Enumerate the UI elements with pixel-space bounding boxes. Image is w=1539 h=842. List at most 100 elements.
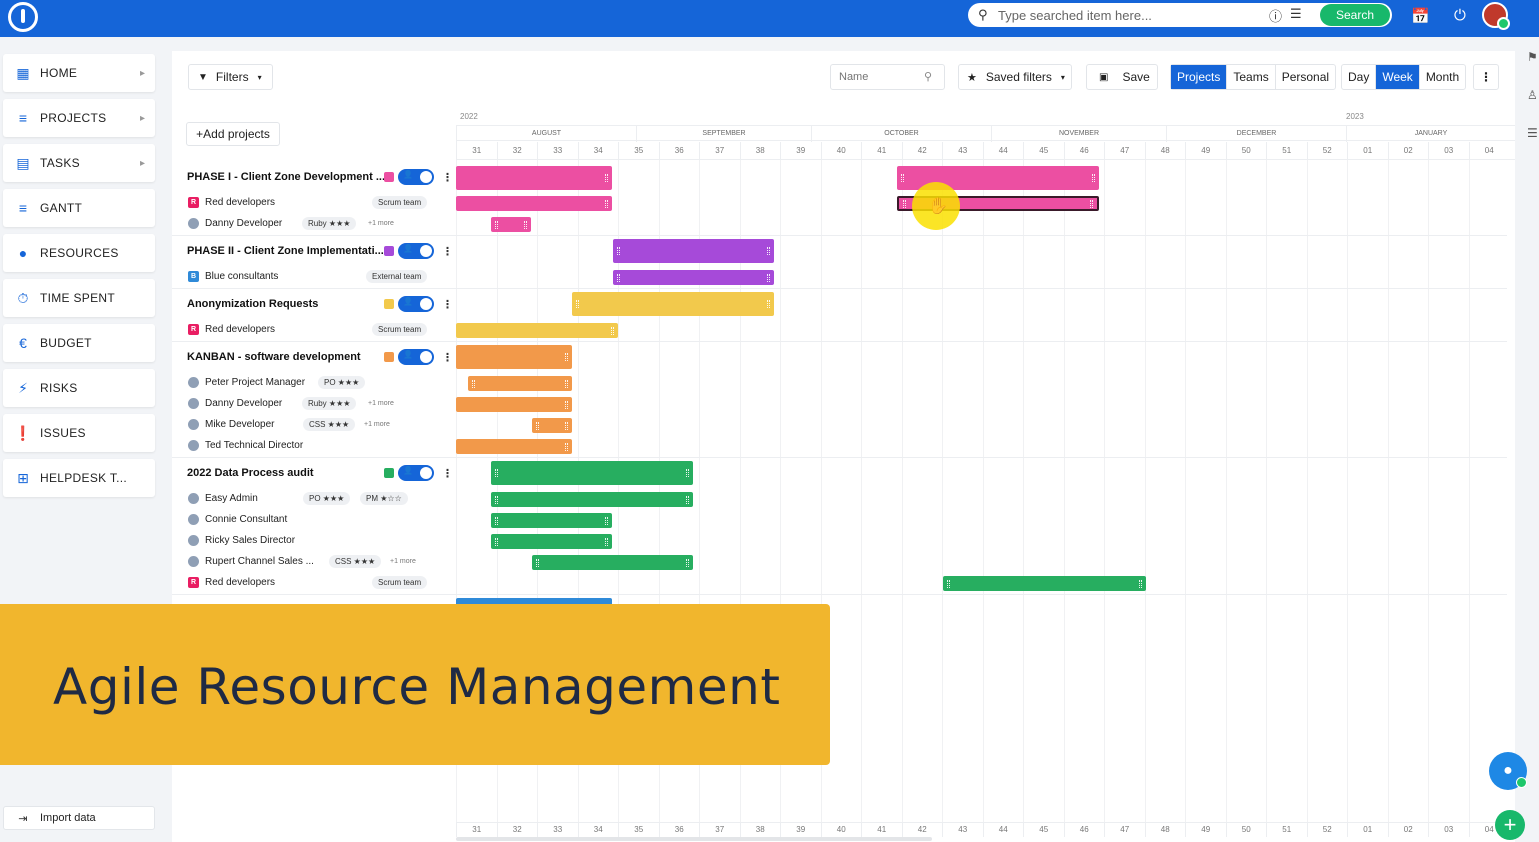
saved-filters-button[interactable]: ★ Saved filters ▾	[958, 64, 1072, 90]
resize-handle-icon[interactable]	[901, 174, 904, 182]
power-icon[interactable]: ⏻	[1454, 7, 1466, 24]
member-name[interactable]: Easy Admin	[205, 493, 258, 504]
resize-handle-icon[interactable]	[495, 537, 498, 546]
project-kebab-icon[interactable]: ⋮	[442, 467, 453, 480]
tab-personal[interactable]: Personal	[1276, 65, 1335, 89]
allocation-bar[interactable]	[943, 576, 1146, 591]
allocation-bar[interactable]	[468, 376, 572, 391]
allocation-bar[interactable]	[456, 397, 572, 412]
tab-projects[interactable]: Projects	[1171, 65, 1228, 89]
allocation-bar[interactable]	[456, 196, 612, 211]
allocation-bar[interactable]	[456, 323, 618, 338]
show-members-toggle[interactable]	[398, 465, 434, 481]
member-name[interactable]: Rupert Channel Sales ...	[205, 556, 314, 567]
project-title[interactable]: 2022 Data Process audit	[187, 467, 314, 479]
member-name[interactable]: Red developers	[205, 324, 275, 335]
resize-handle-icon[interactable]	[605, 516, 608, 525]
project-color-swatch[interactable]	[384, 299, 394, 309]
project-color-swatch[interactable]	[384, 468, 394, 478]
more-skills-link[interactable]: +1 more	[390, 558, 416, 565]
show-members-toggle[interactable]	[398, 349, 434, 365]
filters-button[interactable]: ▼ Filters ▾	[188, 64, 273, 90]
resize-handle-icon[interactable]	[524, 220, 527, 229]
save-button[interactable]: ▣ Save	[1086, 64, 1158, 90]
member-name[interactable]: Red developers	[205, 197, 275, 208]
resize-handle-icon[interactable]	[605, 537, 608, 546]
resize-handle-icon[interactable]	[767, 247, 770, 255]
project-color-swatch[interactable]	[384, 246, 394, 256]
member-name[interactable]: Peter Project Manager	[205, 377, 305, 388]
allocation-bar[interactable]	[491, 217, 531, 232]
resize-handle-icon[interactable]	[617, 247, 620, 255]
sidebar-item-gantt[interactable]: ≡ GANTT	[3, 189, 155, 227]
app-logo-icon[interactable]	[8, 2, 38, 32]
resize-handle-icon[interactable]	[495, 220, 498, 229]
allocation-bar[interactable]	[613, 270, 774, 285]
add-fab-button[interactable]: +	[1495, 810, 1525, 840]
tab-month[interactable]: Month	[1420, 65, 1465, 89]
resize-handle-icon[interactable]	[1090, 199, 1093, 208]
add-projects-button[interactable]: + Add projects	[186, 122, 280, 146]
member-name[interactable]: Danny Developer	[205, 218, 282, 229]
sidebar-item-projects[interactable]: ≡ PROJECTS ▸	[3, 99, 155, 137]
sidebar-item-time-spent[interactable]: ⏱ TIME SPENT	[3, 279, 155, 317]
resize-handle-icon[interactable]	[565, 400, 568, 409]
project-kebab-icon[interactable]: ⋮	[442, 351, 453, 364]
more-options-button[interactable]: ⋮	[1473, 64, 1499, 90]
project-title[interactable]: PHASE I - Client Zone Development ...	[187, 171, 385, 183]
help-icon[interactable]: ⓘ	[1269, 6, 1282, 25]
project-bar[interactable]	[613, 239, 774, 263]
search-input[interactable]	[998, 5, 1228, 25]
horizontal-scrollbar[interactable]	[456, 837, 932, 841]
resize-handle-icon[interactable]	[565, 379, 568, 388]
resize-handle-icon[interactable]	[605, 174, 608, 182]
resize-handle-icon[interactable]	[605, 199, 608, 208]
resize-handle-icon[interactable]	[472, 379, 475, 388]
allocation-bar[interactable]	[532, 555, 693, 570]
sidebar-item-budget[interactable]: € BUDGET	[3, 324, 155, 362]
resize-handle-icon[interactable]	[495, 516, 498, 525]
project-color-swatch[interactable]	[384, 172, 394, 182]
resize-handle-icon[interactable]	[686, 495, 689, 504]
more-skills-link[interactable]: +1 more	[368, 220, 394, 227]
search-button[interactable]: Search	[1320, 4, 1390, 26]
project-title[interactable]: PHASE II - Client Zone Implementati...	[187, 245, 384, 257]
resize-handle-icon[interactable]	[495, 469, 498, 477]
project-bar[interactable]	[572, 292, 774, 316]
member-name[interactable]: Ted Technical Director	[205, 440, 303, 451]
import-data-button[interactable]: ⇥ Import data	[3, 806, 155, 830]
member-name[interactable]: Connie Consultant	[205, 514, 287, 525]
resize-handle-icon[interactable]	[1092, 174, 1095, 182]
project-kebab-icon[interactable]: ⋮	[442, 171, 453, 184]
resize-handle-icon[interactable]	[903, 199, 906, 208]
project-kebab-icon[interactable]: ⋮	[442, 245, 453, 258]
member-name[interactable]: Mike Developer	[205, 419, 274, 430]
tab-week[interactable]: Week	[1376, 65, 1420, 89]
allocation-bar[interactable]	[491, 492, 693, 507]
show-members-toggle[interactable]	[398, 169, 434, 185]
resize-handle-icon[interactable]	[767, 273, 770, 282]
member-name[interactable]: Ricky Sales Director	[205, 535, 295, 546]
sidebar-item-helpdesk[interactable]: ⊞ HELPDESK T...	[3, 459, 155, 497]
more-skills-link[interactable]: +1 more	[368, 400, 394, 407]
resize-handle-icon[interactable]	[565, 442, 568, 451]
resize-handle-icon[interactable]	[767, 300, 770, 308]
sidebar-item-risks[interactable]: ⚡ RISKS	[3, 369, 155, 407]
project-color-swatch[interactable]	[384, 352, 394, 362]
resize-handle-icon[interactable]	[686, 469, 689, 477]
resize-handle-icon[interactable]	[576, 300, 579, 308]
resize-handle-icon[interactable]	[536, 421, 539, 430]
resize-handle-icon[interactable]	[617, 273, 620, 282]
checklist-icon[interactable]: ☰	[1527, 126, 1538, 140]
allocation-bar[interactable]	[456, 439, 572, 454]
tab-teams[interactable]: Teams	[1227, 65, 1276, 89]
more-skills-link[interactable]: +1 more	[364, 421, 390, 428]
resize-handle-icon[interactable]	[1139, 579, 1142, 588]
sidebar-item-tasks[interactable]: ▤ TASKS ▸	[3, 144, 155, 182]
project-title[interactable]: KANBAN - software development	[187, 351, 361, 363]
resize-handle-icon[interactable]	[947, 579, 950, 588]
resize-handle-icon[interactable]	[686, 558, 689, 567]
resize-handle-icon[interactable]	[536, 558, 539, 567]
member-name[interactable]: Danny Developer	[205, 398, 282, 409]
calendar-icon[interactable]: 📅	[1411, 7, 1430, 25]
